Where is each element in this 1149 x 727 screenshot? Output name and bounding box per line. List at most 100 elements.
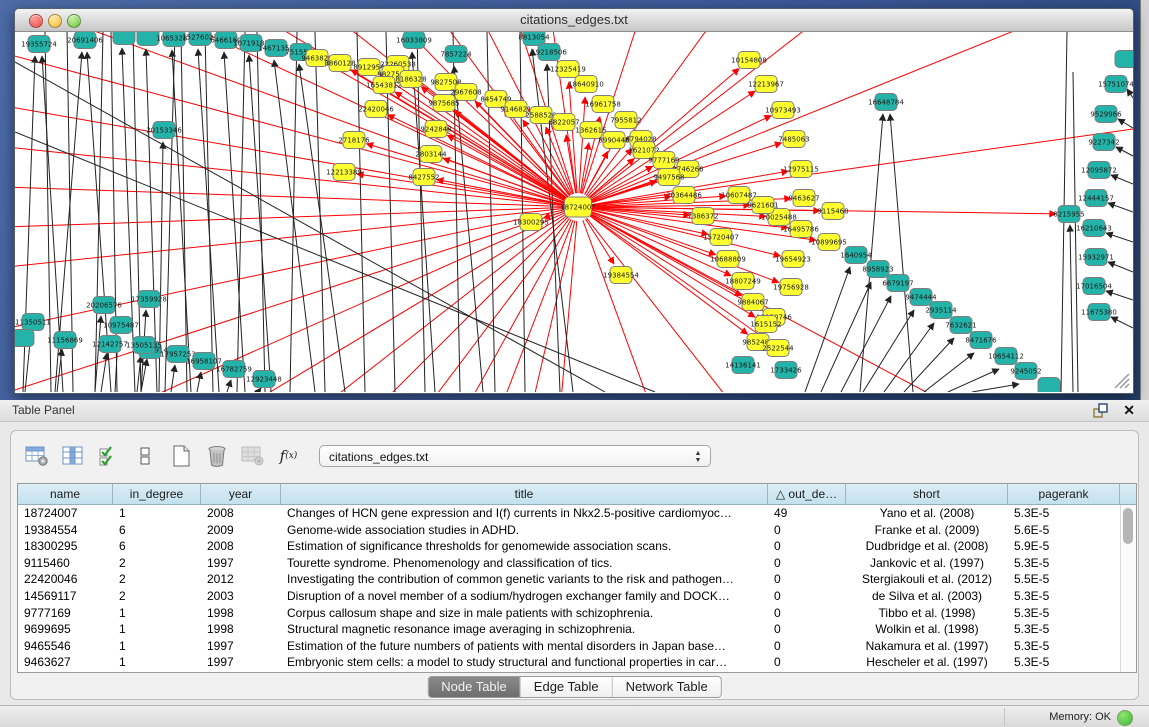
table-cell: 14569117 — [18, 588, 113, 605]
table-row[interactable]: 1830029562008Estimation of significance … — [18, 538, 1121, 555]
svg-text:12325419: 12325419 — [550, 66, 586, 74]
table-row[interactable]: 1872400712008Changes of HCN gene express… — [18, 505, 1121, 522]
column-header-out_de[interactable]: △ out_de… — [768, 484, 846, 504]
zoom-window-button[interactable] — [67, 14, 81, 28]
network-view-window[interactable]: citations_edges.txt 19355724206914061065… — [14, 8, 1134, 394]
svg-text:10688809: 10688809 — [710, 256, 746, 264]
svg-text:18807249: 18807249 — [725, 278, 761, 286]
svg-text:16958107: 16958107 — [186, 358, 222, 366]
table-cell: Nakamura et al. (1997) — [846, 638, 1008, 655]
table-cell: de Silva et al. (2003) — [846, 588, 1008, 605]
svg-text:1362615: 1362615 — [575, 127, 606, 135]
column-header-short[interactable]: short — [846, 484, 1008, 504]
svg-text:12975115: 12975115 — [783, 166, 819, 174]
function-builder-button[interactable]: f(x) — [275, 443, 302, 469]
table-cell: 2 — [113, 571, 201, 588]
svg-text:8813054: 8813054 — [518, 34, 550, 42]
svg-text:9463627: 9463627 — [788, 195, 819, 203]
table-mode-button[interactable] — [23, 443, 50, 469]
svg-text:11350511: 11350511 — [15, 319, 51, 327]
svg-text:7386372: 7386372 — [687, 213, 718, 221]
table-cell: 0 — [768, 654, 846, 671]
table-cell: Corpus callosum shape and size in male p… — [281, 605, 768, 622]
scrollbar-thumb[interactable] — [1123, 508, 1133, 544]
table-cell: 1998 — [201, 605, 281, 622]
table-cell: 0 — [768, 638, 846, 655]
table-cell: 1 — [113, 505, 201, 522]
svg-text:9227342: 9227342 — [1088, 139, 1119, 147]
column-header-name[interactable]: name — [18, 484, 113, 504]
memory-status-indicator[interactable] — [1117, 710, 1133, 726]
table-cell: 5.3E-5 — [1008, 555, 1120, 572]
table-row[interactable]: 969969511998Structural magnetic resonanc… — [18, 621, 1121, 638]
node-table: namein_degreeyeartitle△ out_de…shortpage… — [17, 483, 1137, 673]
table-cell: 1 — [113, 605, 201, 622]
svg-text:13505135: 13505135 — [126, 342, 162, 350]
network-graph[interactable]: 1935572420691406106532871527602164661601… — [15, 32, 1133, 392]
table-cell: 5.3E-5 — [1008, 605, 1120, 622]
show-columns-button[interactable] — [59, 443, 86, 469]
svg-text:9884067: 9884067 — [737, 299, 768, 307]
delete-table-button-disabled[interactable] — [239, 443, 266, 469]
svg-text:16648784: 16648784 — [868, 99, 904, 107]
delete-column-button[interactable] — [203, 443, 230, 469]
table-selector-dropdown[interactable]: citations_edges.txt ▲▼ — [319, 445, 711, 467]
table-cell: Franke et al. (2009) — [846, 522, 1008, 539]
close-window-button[interactable] — [29, 14, 43, 28]
tab-edge-table[interactable]: Edge Table — [521, 677, 613, 697]
table-cell: 9465546 — [18, 638, 113, 655]
table-cell: 0 — [768, 621, 846, 638]
resize-grip-icon[interactable] — [1111, 370, 1131, 390]
table-cell: 1 — [113, 638, 201, 655]
svg-text:2967608: 2967608 — [450, 89, 481, 97]
select-columns-button[interactable] — [95, 443, 122, 469]
table-row[interactable]: 946362711997Embryonic stem cells: a mode… — [18, 654, 1121, 671]
column-header-in_degree[interactable]: in_degree — [113, 484, 201, 504]
table-cell: 5.6E-5 — [1008, 522, 1120, 539]
svg-text:20691406: 20691406 — [67, 37, 103, 45]
table-cell: 1997 — [201, 638, 281, 655]
column-header-year[interactable]: year — [201, 484, 281, 504]
svg-text:15720407: 15720407 — [703, 234, 739, 242]
table-cell: 22420046 — [18, 571, 113, 588]
svg-text:9497568: 9497568 — [653, 174, 684, 182]
svg-text:10899695: 10899695 — [811, 239, 847, 247]
table-panel: Table Panel ✕ — [0, 400, 1149, 705]
create-column-button[interactable] — [167, 443, 194, 469]
window-title: citations_edges.txt — [15, 9, 1133, 31]
svg-text:7857224: 7857224 — [440, 51, 472, 59]
float-panel-icon[interactable] — [1093, 403, 1109, 418]
network-window-titlebar[interactable]: citations_edges.txt — [15, 9, 1133, 32]
dropdown-stepper-icon: ▲▼ — [692, 448, 704, 466]
svg-text:9115460: 9115460 — [817, 208, 848, 216]
table-cell: 0 — [768, 522, 846, 539]
svg-text:2522544: 2522544 — [762, 345, 794, 353]
table-row[interactable]: 977716911998Corpus callosum shape and si… — [18, 605, 1121, 622]
tab-node-table[interactable]: Node Table — [428, 677, 521, 697]
svg-text:2935114: 2935114 — [925, 307, 957, 315]
svg-text:16961758: 16961758 — [585, 101, 621, 109]
table-cell: Tibbo et al. (1998) — [846, 605, 1008, 622]
network-canvas[interactable]: 1935572420691406106532871527602164661601… — [15, 32, 1133, 392]
column-header-title[interactable]: title — [281, 484, 768, 504]
column-header-pagerank[interactable]: pagerank — [1008, 484, 1120, 504]
row-height-button[interactable] — [131, 443, 158, 469]
table-row[interactable]: 2242004622012Investigating the contribut… — [18, 571, 1121, 588]
table-cell: 2 — [113, 588, 201, 605]
svg-text:10154808: 10154808 — [731, 57, 767, 65]
table-type-tabs: Node TableEdge TableNetwork Table — [427, 676, 722, 698]
svg-text:10607487: 10607487 — [721, 192, 757, 200]
table-row[interactable]: 911546021997Tourette syndrome. Phenomeno… — [18, 555, 1121, 572]
svg-text:2803144: 2803144 — [415, 151, 447, 159]
tab-network-table[interactable]: Network Table — [613, 677, 721, 697]
table-row[interactable]: 1938455462009Genome-wide association stu… — [18, 522, 1121, 539]
svg-text:7955812: 7955812 — [610, 117, 641, 125]
table-cell: 9463627 — [18, 654, 113, 671]
close-panel-icon[interactable]: ✕ — [1123, 400, 1135, 421]
table-scrollbar[interactable] — [1120, 505, 1136, 672]
table-row[interactable]: 946554611997Estimation of the future num… — [18, 638, 1121, 655]
table-header-row: namein_degreeyeartitle△ out_de…shortpage… — [18, 484, 1136, 505]
minimize-window-button[interactable] — [48, 14, 62, 28]
table-row[interactable]: 1456911722003Disruption of a novel membe… — [18, 588, 1121, 605]
table-cell: 49 — [768, 505, 846, 522]
